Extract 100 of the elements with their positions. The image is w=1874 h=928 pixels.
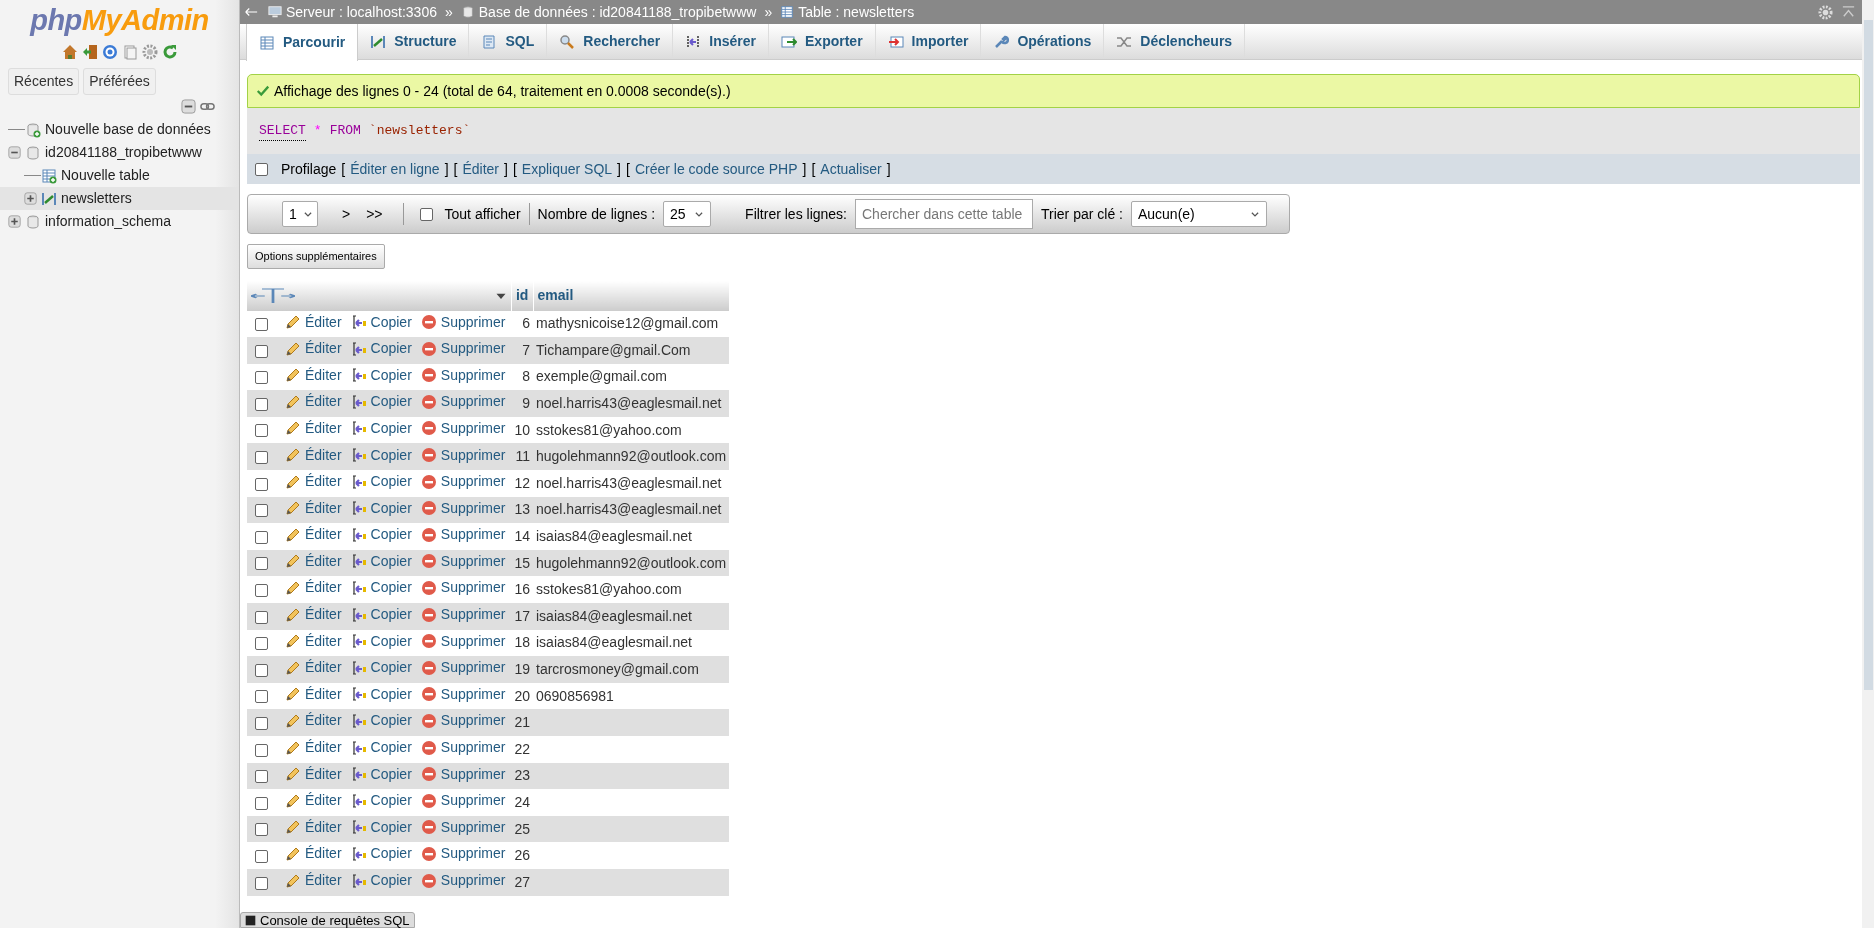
tree-item[interactable]: Nouvelle table (61, 165, 150, 186)
scrollbar-thumb[interactable] (1864, 20, 1873, 690)
tree-item[interactable]: Nouvelle base de données (45, 119, 211, 140)
select-field[interactable]: 25 (663, 201, 712, 227)
edit-link[interactable]: Éditer (305, 843, 342, 865)
column-header[interactable]: email (537, 287, 574, 303)
tab[interactable]: Déclencheurs (1104, 24, 1246, 59)
delete-link[interactable]: Supprimer (440, 471, 506, 493)
delete-link[interactable]: Supprimer (440, 524, 506, 546)
tab[interactable]: Importer (875, 24, 982, 59)
delete-link[interactable]: Supprimer (440, 843, 506, 865)
delete-link[interactable]: Supprimer (440, 417, 506, 439)
options-button[interactable]: Options supplémentaires (247, 244, 385, 269)
back-arrow-icon[interactable] (244, 5, 258, 19)
row-checkbox[interactable] (255, 770, 268, 784)
edit-link[interactable]: Éditer (305, 790, 342, 812)
scrollbar[interactable] (1862, 0, 1874, 928)
navigation-button[interactable]: Récentes (8, 68, 80, 95)
copy-link[interactable]: Copier (370, 790, 412, 812)
row-checkbox[interactable] (255, 743, 268, 757)
tab[interactable]: Opérations (981, 24, 1105, 59)
navigation-button[interactable]: Préférées (83, 68, 156, 95)
edit-link[interactable]: Éditer (305, 683, 342, 705)
edit-link[interactable]: Éditer (305, 364, 342, 386)
row-checkbox[interactable] (255, 371, 268, 385)
collapse-all-icon[interactable] (181, 99, 196, 114)
select-field[interactable]: 1 (282, 201, 318, 227)
row-checkbox[interactable] (255, 610, 268, 624)
row-checkbox[interactable] (255, 584, 268, 598)
row-checkbox[interactable] (255, 717, 268, 730)
delete-link[interactable]: Supprimer (440, 364, 506, 386)
copy-link[interactable]: Copier (370, 737, 412, 759)
copy-link[interactable]: Copier (370, 311, 412, 333)
edit-link[interactable]: Éditer (305, 471, 342, 493)
row-checkbox[interactable] (255, 637, 268, 651)
copy-link[interactable]: Copier (370, 577, 412, 599)
copy-link[interactable]: Copier (370, 683, 412, 705)
reload-icon[interactable] (161, 44, 178, 60)
row-checkbox[interactable] (255, 477, 268, 491)
tab[interactable]: Parcourir (246, 24, 359, 61)
tree-item[interactable]: id20841188_tropibetwww (45, 142, 202, 163)
breadcrumb-link[interactable]: Base de données : id20841188_tropibetwww (478, 1, 757, 23)
delete-link[interactable]: Supprimer (440, 577, 506, 599)
copy-link[interactable]: Copier (370, 843, 412, 865)
row-checkbox[interactable] (255, 424, 268, 438)
tab[interactable]: Rechercher (547, 24, 674, 59)
row-checkbox[interactable] (255, 344, 268, 358)
home-icon[interactable] (61, 44, 78, 60)
expand-icon[interactable] (24, 192, 37, 205)
tree-item[interactable]: information_schema (45, 211, 172, 232)
edit-link[interactable]: Éditer (305, 311, 342, 333)
door-icon[interactable] (81, 44, 98, 60)
copy-link[interactable]: Copier (370, 364, 412, 386)
row-checkbox[interactable] (255, 397, 268, 411)
copy-link[interactable]: Copier (370, 630, 412, 652)
edit-link[interactable]: Éditer (305, 577, 342, 599)
select-field[interactable]: Aucun(e) (1130, 201, 1267, 227)
edit-link[interactable]: Éditer (305, 630, 342, 652)
copy-link[interactable]: Copier (370, 471, 412, 493)
delete-link[interactable]: Supprimer (440, 737, 506, 759)
page-button[interactable]: > (334, 203, 359, 225)
search-field[interactable]: Chercher dans cette table (855, 199, 1033, 229)
edit-link[interactable]: Éditer (305, 524, 342, 546)
row-checkbox[interactable] (255, 849, 268, 863)
collapse-icon[interactable] (8, 146, 21, 159)
link[interactable]: Expliquer SQL (521, 158, 613, 180)
link[interactable]: Éditer (462, 158, 500, 180)
edit-link[interactable]: Éditer (305, 737, 342, 759)
link[interactable]: Créer le code source PHP (634, 158, 798, 180)
edit-link[interactable]: Éditer (305, 417, 342, 439)
breadcrumb-link[interactable]: Serveur : localhost:3306 (286, 1, 437, 23)
link[interactable]: Éditer en ligne (350, 158, 440, 180)
row-checkbox[interactable] (255, 530, 268, 544)
row-checkbox[interactable] (255, 663, 268, 677)
copy-link[interactable]: Copier (370, 417, 412, 439)
settings-icon[interactable] (141, 44, 158, 60)
tab[interactable]: Structure (358, 24, 470, 59)
row-checkbox[interactable] (255, 557, 268, 571)
help-icon[interactable] (101, 44, 118, 60)
row-checkbox[interactable] (255, 504, 268, 518)
row-checkbox[interactable] (255, 823, 268, 837)
expand-icon[interactable] (8, 215, 21, 228)
delete-link[interactable]: Supprimer (440, 311, 506, 333)
checkbox[interactable] (255, 162, 268, 176)
page-button[interactable]: >> (358, 203, 391, 225)
row-checkbox[interactable] (255, 690, 268, 704)
tab[interactable]: Insérer (673, 24, 769, 59)
checkbox[interactable] (419, 207, 433, 221)
row-checkbox[interactable] (255, 318, 268, 332)
console-bar[interactable]: Console de requêtes SQL (240, 912, 415, 928)
row-checkbox[interactable] (255, 451, 268, 465)
tab[interactable]: Exporter (769, 24, 876, 59)
tab[interactable]: SQL (469, 24, 548, 59)
link[interactable]: Actualiser (820, 158, 882, 180)
row-checkbox[interactable] (255, 876, 268, 890)
logo[interactable]: phpMyAdmin (0, 4, 239, 36)
breadcrumb-link[interactable]: Table : newsletters (798, 1, 915, 23)
copy-link[interactable]: Copier (370, 524, 412, 546)
delete-link[interactable]: Supprimer (440, 683, 506, 705)
delete-link[interactable]: Supprimer (440, 630, 506, 652)
